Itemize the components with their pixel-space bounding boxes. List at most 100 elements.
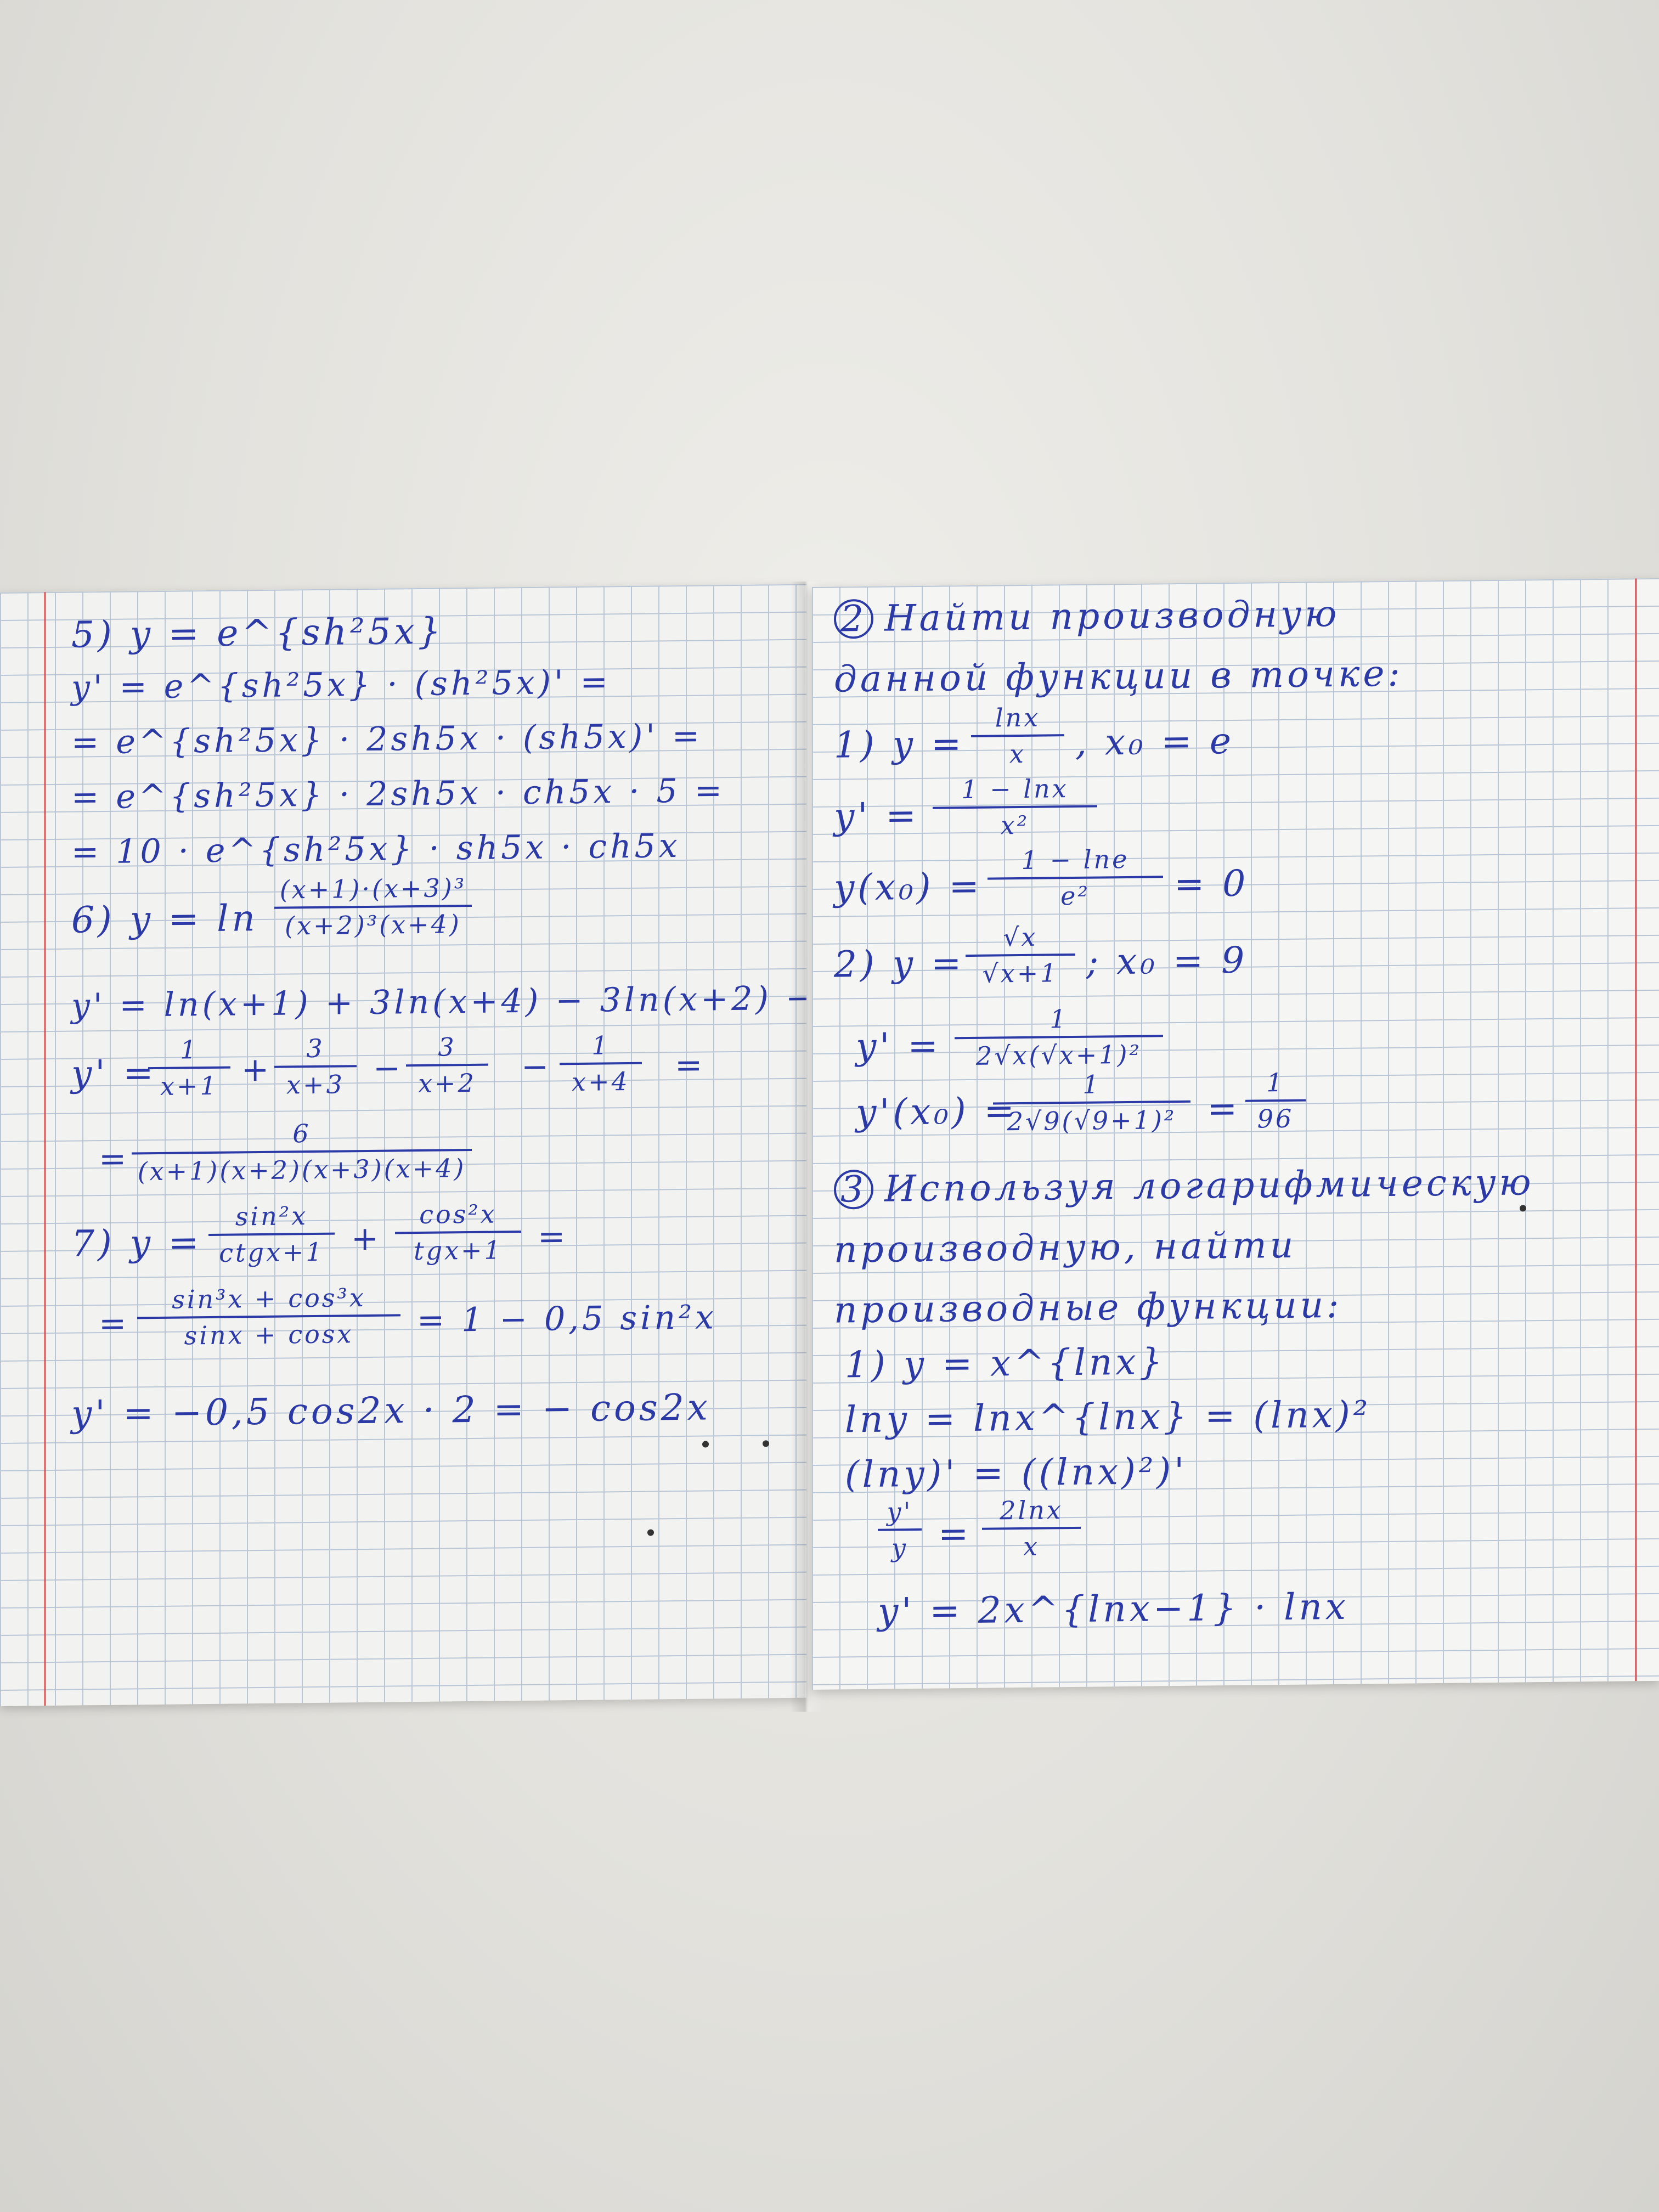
line-6-derivative-prefix: y' = <box>71 1052 157 1095</box>
t2-2-value-fraction: 1 2√9(√9+1)² <box>993 1069 1190 1137</box>
deriv-term-1-num: 1 <box>180 1035 199 1065</box>
sum-numerator: 6 <box>292 1119 311 1149</box>
fraction-bar <box>1245 1099 1306 1102</box>
ink-dot <box>702 1441 709 1448</box>
t3-1-rhs-denominator: x <box>1023 1531 1040 1561</box>
task-2-heading: 2 Найти производную <box>834 592 1340 640</box>
plus-sign: + <box>351 1219 382 1259</box>
fraction-bar <box>406 1063 488 1067</box>
deriv-term-2: 3 x+3 <box>274 1033 357 1100</box>
t3-1-lhs-denominator: y <box>891 1533 908 1563</box>
fraction-7a-num: sin²x <box>235 1201 308 1232</box>
t3-1-log-derivative: (lny)' = ((lnx)²)' <box>845 1449 1188 1496</box>
fraction-bar <box>955 1035 1163 1040</box>
fraction-7b: cos²x tgx+1 <box>395 1199 521 1266</box>
line-7-function-prefix: 7) y = <box>71 1221 202 1265</box>
right-margin-line <box>1635 578 1637 1681</box>
t2-2-result-numerator: 1 <box>1266 1067 1285 1098</box>
fraction-7b-den: tgx+1 <box>414 1235 503 1266</box>
ink-dot <box>763 1440 769 1447</box>
t2-1-derivative-prefix: y' = <box>834 794 919 838</box>
task-3-number: 3 <box>834 1168 873 1210</box>
t2-1-derivative-numerator: 1 − lnx <box>961 774 1069 805</box>
t2-2-value-numerator: 1 <box>1082 1069 1101 1099</box>
t2-2-function-prefix: 2) y = <box>834 942 965 986</box>
t2-2-derivative-numerator: 1 <box>1049 1004 1068 1034</box>
fraction-bar <box>274 904 472 909</box>
deriv-term-1: 1 x+1 <box>148 1035 230 1102</box>
line-6-log-expansion: y' = ln(x+1) + 3ln(x+4) − 3ln(x+2) − ln(… <box>71 978 806 1025</box>
fraction-7a-den: ctgx+1 <box>219 1237 324 1268</box>
fraction-bar <box>208 1232 335 1237</box>
t2-2-derivative-prefix: y' = <box>856 1024 941 1068</box>
fraction-bar <box>971 734 1064 737</box>
ink-dot <box>647 1529 654 1536</box>
t2-1-derivative-fraction: 1 − lnx x² <box>933 774 1097 841</box>
t2-1-value-numerator: 1 − lne <box>1021 844 1130 876</box>
deriv-term-4-num: 1 <box>591 1030 610 1060</box>
t2-1-value-result: = 0 <box>1174 862 1249 906</box>
t2-2-fraction: √x √x+1 <box>966 922 1075 989</box>
deriv-term-3-den: x+2 <box>418 1068 476 1099</box>
t3-1-rhs-numerator: 2lnx <box>1000 1495 1063 1526</box>
t2-2-denominator: √x+1 <box>982 958 1059 989</box>
fraction-bar <box>993 1100 1190 1105</box>
minus-sign: − <box>521 1047 552 1087</box>
line-5-function: 5) y = e^{sh²5x} <box>71 610 444 656</box>
task-2-title-line-1: Найти производную <box>884 592 1340 640</box>
deriv-term-3: 3 x+2 <box>406 1032 488 1099</box>
t3-1-lhs-fraction: y' y <box>878 1497 922 1563</box>
line-5-derivative-2: = e^{sh²5x} · 2sh5x · (sh5x)' = <box>71 716 703 762</box>
t2-2-derivative-denominator: 2√x(√x+1)² <box>976 1039 1142 1071</box>
fraction-bar <box>933 805 1097 809</box>
notebook-left-page: 5) y = e^{sh²5x} y' = e^{sh²5x} · (sh²5x… <box>0 584 806 1706</box>
task-2-title-line-2: данной функции в точке: <box>834 652 1403 701</box>
fraction-6: (x+1)·(x+3)³ (x+2)³(x+4) <box>274 873 472 941</box>
t2-2-result-denominator: 96 <box>1257 1103 1294 1134</box>
t3-1-lhs-numerator: y' <box>887 1497 913 1527</box>
t2-2-derivative-fraction: 1 2√x(√x+1)² <box>955 1003 1163 1071</box>
t3-1-result: y' = 2x^{lnx−1} · lnx <box>878 1585 1350 1633</box>
line-5-result: = 10 · e^{sh²5x} · sh5x · ch5x <box>71 827 681 872</box>
t3-1-rhs-fraction: 2lnx x <box>982 1495 1081 1562</box>
fraction-bar <box>988 876 1163 880</box>
task-3-heading: 3 Используя логарифмическую <box>834 1161 1534 1210</box>
ink-dot <box>1520 1205 1526 1212</box>
line-7-derivative: y' = −0,5 cos2x · 2 = − cos2x <box>71 1386 711 1435</box>
fraction-bar <box>148 1066 230 1070</box>
t2-1-value-denominator: e² <box>1060 881 1090 911</box>
plus-sign: + <box>241 1050 273 1090</box>
deriv-term-3-num: 3 <box>438 1032 456 1062</box>
fraction-7c-den: sinx + cosx <box>184 1319 354 1351</box>
t2-1-derivative-denominator: x² <box>1000 810 1030 840</box>
fraction-bar <box>274 1065 357 1068</box>
minus-sign: − <box>373 1049 404 1088</box>
task-3-title-line-2: производную, найти <box>834 1223 1297 1271</box>
t2-2-point: ; x₀ = 9 <box>1086 939 1248 983</box>
fraction-7a: sin²x ctgx+1 <box>208 1201 335 1268</box>
sum-denominator: (x+1)(x+2)(x+3)(x+4) <box>137 1153 466 1187</box>
fraction-6-denominator: (x+2)³(x+4) <box>285 909 461 941</box>
t2-2-value-equals: = <box>1207 1087 1241 1130</box>
deriv-term-2-num: 3 <box>306 1033 325 1064</box>
t3-1-log: lny = lnx^{lnx} = (lnx)² <box>845 1393 1372 1441</box>
line-5-derivative-1: y' = e^{sh²5x} · (sh²5x)' = <box>71 663 611 707</box>
t2-1-fraction: lnx x <box>971 702 1064 769</box>
t3-1-function: 1) y = x^{lnx} <box>845 1340 1166 1386</box>
notebook-right-page: 2 Найти производную данной функции в точк… <box>812 578 1659 1690</box>
line-7-simplify-prefix: = <box>99 1304 130 1344</box>
left-margin-line <box>44 592 46 1706</box>
task-3-title-line-3: производные функции: <box>834 1283 1342 1331</box>
t2-2-value-denominator: 2√9(√9+1)² <box>1007 1105 1177 1137</box>
t2-1-numerator: lnx <box>995 702 1041 733</box>
deriv-term-4: 1 x+4 <box>560 1030 642 1097</box>
fraction-7c-num: sin³x + cos³x <box>172 1283 366 1314</box>
deriv-term-4-den: x+4 <box>572 1066 630 1097</box>
line-7-simplified-result: = 1 − 0,5 sin²x <box>417 1298 717 1340</box>
t2-1-function-prefix: 1) y = <box>834 723 965 766</box>
fraction-7c: sin³x + cos³x sinx + cosx <box>137 1282 400 1351</box>
deriv-term-1-den: x+1 <box>160 1070 218 1101</box>
fraction-bar <box>878 1528 922 1531</box>
t2-2-numerator: √x <box>1003 922 1038 952</box>
t2-1-value-prefix: y(x₀) = <box>834 865 983 909</box>
